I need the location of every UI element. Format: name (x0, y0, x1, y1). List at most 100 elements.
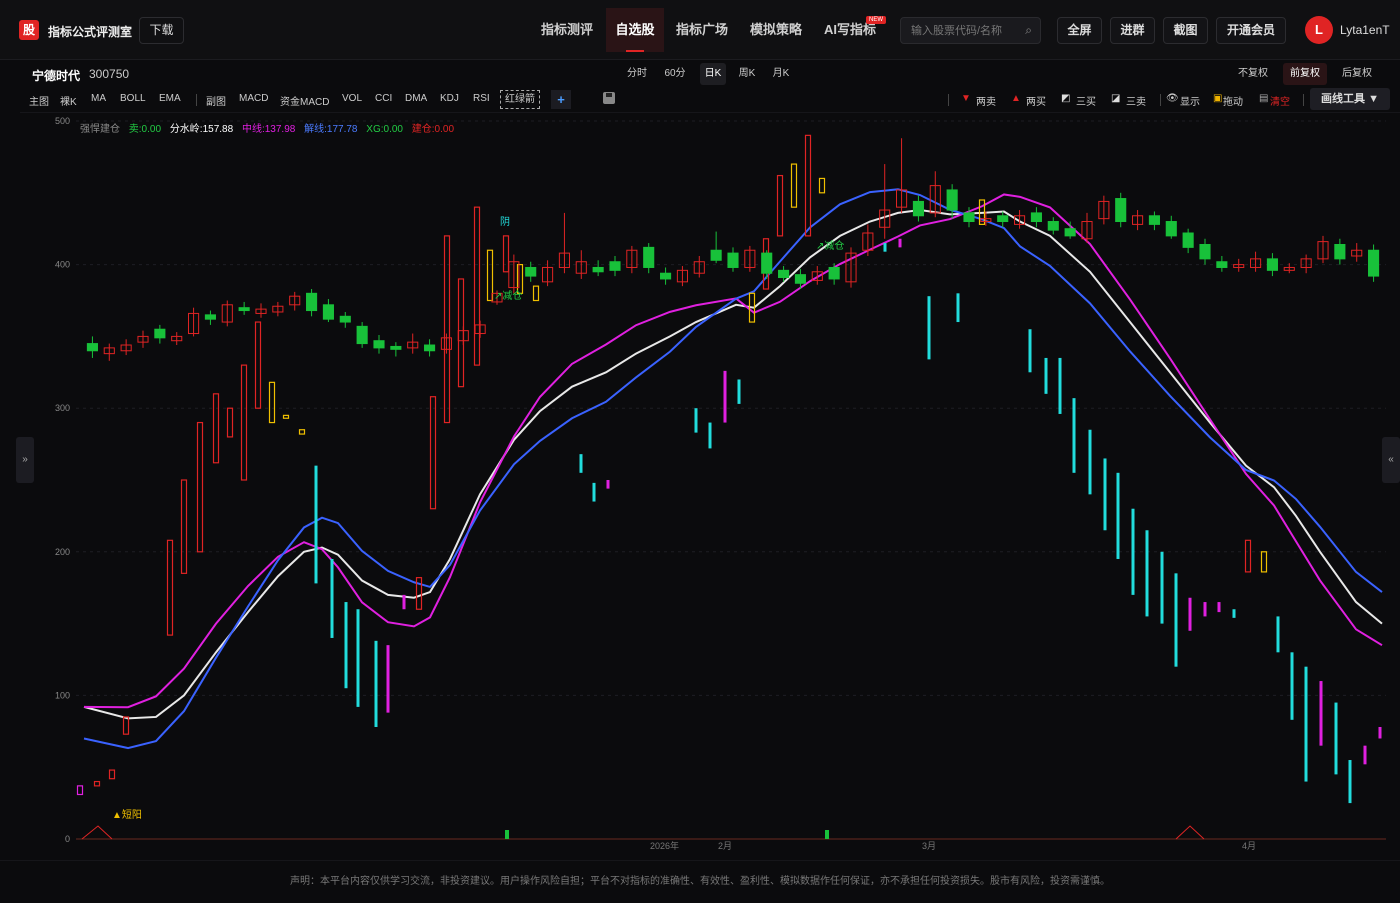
signal-bar (93, 780, 101, 787)
signal-bar (386, 645, 390, 713)
eye-icon[interactable]: 👁 (1166, 93, 1179, 104)
app-logo[interactable]: 股 (19, 20, 39, 40)
chart-area[interactable]: 0 100 200 300 400 500 阴 ↗减仓 ↗减仓 ▲短阳 2026年 2月 3月 4月 … (20, 112, 1400, 851)
candle-body (1182, 232, 1194, 248)
app-title[interactable]: 指标公式评测室 (48, 23, 132, 40)
signal-bar (314, 465, 318, 584)
candle-body (306, 292, 318, 312)
trash-icon[interactable]: ▤ (1259, 93, 1268, 104)
main-chart-label: 主图 (29, 97, 49, 108)
tool-ma[interactable]: MA (91, 93, 106, 104)
period-daily[interactable]: 日K (700, 63, 726, 85)
signal-bar (1244, 539, 1252, 573)
sell2-icon[interactable]: ▼ (961, 93, 971, 104)
candle-body (592, 266, 604, 273)
search-input[interactable] (911, 23, 1021, 39)
nav-ai-indicator[interactable]: AI写指标 (814, 8, 886, 52)
signal-bar (196, 421, 204, 553)
tool-cci[interactable]: CCI (375, 93, 392, 104)
signal-bar (898, 238, 902, 248)
signal-bar (1044, 357, 1048, 394)
nav-watchlist[interactable]: 自选股 (606, 8, 664, 52)
draw-tools-dropdown[interactable]: 画线工具 ▼ (1310, 88, 1390, 110)
tool-dma[interactable]: DMA (405, 93, 427, 104)
candles (86, 138, 1380, 361)
tool-rsi[interactable]: RSI (473, 93, 490, 104)
save-icon[interactable] (603, 92, 615, 104)
period-monthly[interactable]: 月K (768, 63, 794, 85)
tool-fund-macd[interactable]: 资金MACD (280, 93, 329, 108)
tool-boll[interactable]: BOLL (120, 93, 146, 104)
candle-body (761, 252, 773, 274)
signal-bar (457, 278, 465, 388)
expand-right-button[interactable]: « (1382, 437, 1400, 483)
candle-body (828, 266, 840, 280)
tool-clear[interactable]: 清空 (1270, 93, 1290, 108)
tool-sell3[interactable]: 三卖 (1126, 93, 1146, 108)
tool-drag[interactable]: 拖动 (1223, 93, 1243, 108)
disclaimer: 声明：本平台内容仅供学习交流，非投资建议。用户操作风险自担；平台不对指标的准确性… (0, 860, 1400, 900)
signal-bar (1131, 508, 1135, 595)
tool-sell2[interactable]: 两卖 (976, 93, 996, 108)
signal-bar (579, 454, 583, 473)
nav-sim-strategy[interactable]: 模拟策略 (740, 8, 812, 52)
tool-macd[interactable]: MACD (239, 93, 268, 104)
signal-bar (1276, 616, 1280, 653)
nav-indicator-square[interactable]: 指标广场 (666, 8, 738, 52)
adjust-none[interactable]: 不复权 (1233, 63, 1273, 85)
period-weekly[interactable]: 周K (734, 63, 760, 85)
tool-red-green-arrow[interactable]: 红绿箭 (500, 90, 540, 109)
signal-bar (592, 482, 596, 502)
period-intraday[interactable]: 分时 (624, 63, 650, 85)
tool-kdj[interactable]: KDJ (440, 93, 459, 104)
legend-mid: 中线:137.98 (242, 122, 296, 135)
signal-bar (180, 479, 188, 574)
signal-bar (516, 264, 524, 294)
expand-left-button[interactable]: » (16, 437, 34, 483)
user-name[interactable]: Lyta1enT (1340, 23, 1390, 37)
signal-bar (1088, 429, 1092, 495)
tool-buy3[interactable]: 三买 (1076, 93, 1096, 108)
search-icon[interactable]: ⌕ (1025, 23, 1032, 38)
add-indicator-button[interactable]: + (551, 90, 571, 109)
candle-body (946, 189, 958, 211)
tool-bare-k[interactable]: 裸K (60, 93, 77, 108)
signal-bar (76, 785, 84, 796)
line-blue (83, 188, 1383, 750)
signal-bar (429, 396, 437, 510)
lock-icon[interactable]: ▣ (1213, 93, 1222, 104)
candle-body (912, 200, 924, 217)
period-60min[interactable]: 60分 (660, 63, 690, 85)
download-button[interactable]: 下载 (139, 17, 184, 44)
adjust-backward[interactable]: 后复权 (1337, 63, 1377, 85)
nav-indicator-review[interactable]: 指标测评 (530, 8, 604, 52)
signal-bar (790, 163, 798, 208)
candlestick-chart[interactable]: 0100200300400500 阴↗减仓↗减仓▲短阳 2026年 2月 3月 4月 … (20, 113, 1400, 851)
midline-white (83, 209, 1383, 720)
annotation-reduce: ↗减仓 (494, 289, 522, 302)
signal-bar (776, 174, 784, 237)
buy3-icon[interactable]: ◩ (1061, 93, 1070, 104)
join-group-button[interactable]: 进群 (1110, 17, 1155, 44)
signal-bar (1378, 726, 1382, 739)
stock-search: ⌕ (900, 17, 1041, 44)
volume-marker (505, 830, 509, 839)
signal-bar (818, 177, 826, 194)
buy2-icon[interactable]: ▲ (1011, 93, 1021, 104)
tool-vol[interactable]: VOL (342, 93, 362, 104)
adjust-forward[interactable]: 前复权 (1283, 63, 1327, 85)
tool-buy2[interactable]: 两买 (1026, 93, 1046, 108)
signal-bar (108, 769, 116, 780)
vip-button[interactable]: 开通会员 (1216, 17, 1286, 44)
stock-code: 300750 (89, 67, 130, 81)
signal-bar (1260, 551, 1268, 573)
chart-panel: 宁德时代 300750 分时 60分 日K 周K 月K 不复权 前复权 后复权 … (20, 60, 1400, 851)
fullscreen-button[interactable]: 全屏 (1057, 17, 1102, 44)
tool-show[interactable]: 显示 (1180, 93, 1200, 108)
avatar[interactable]: L (1305, 16, 1333, 44)
candle-body (778, 269, 790, 279)
tool-ema[interactable]: EMA (159, 93, 181, 104)
screenshot-button[interactable]: 截图 (1163, 17, 1208, 44)
sell3-icon[interactable]: ◪ (1111, 93, 1120, 104)
candle-body (794, 274, 806, 284)
